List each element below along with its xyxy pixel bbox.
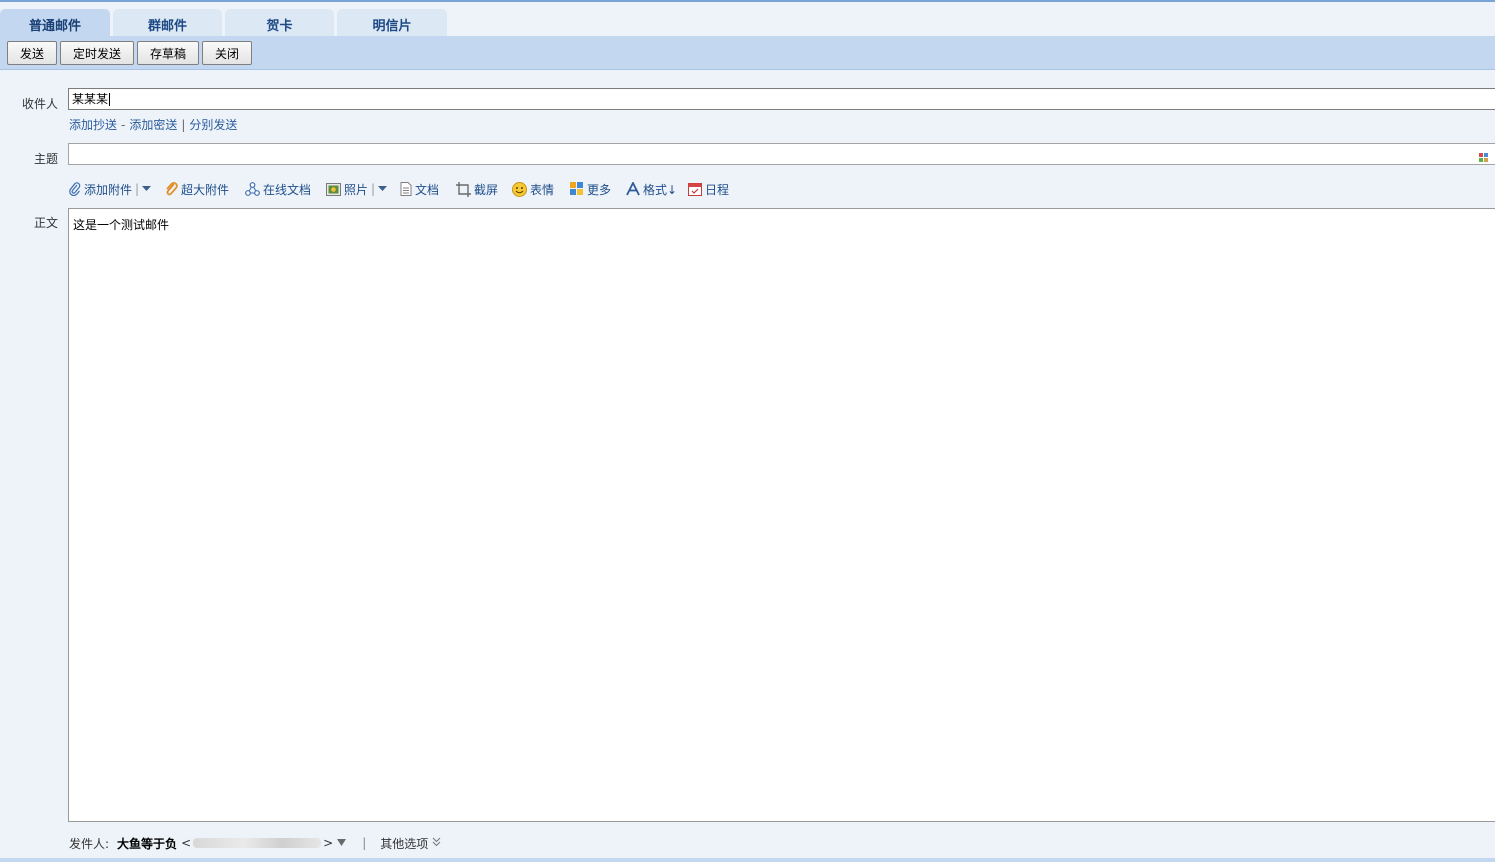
apps-grid-icon <box>570 182 583 195</box>
schedule-label: 日程 <box>705 182 730 197</box>
photo-button[interactable]: 照片 | <box>326 180 390 198</box>
chevron-down-icon <box>337 839 347 846</box>
recipient-value: 某某某 <box>72 92 109 106</box>
divider: | <box>371 182 376 196</box>
photo-icon <box>326 182 341 196</box>
tab-greeting-card[interactable]: 贺卡 <box>225 9 334 36</box>
more-button[interactable]: 更多 <box>570 180 611 198</box>
sender-bracket-close: > <box>323 836 334 850</box>
tab-postcard[interactable]: 明信片 <box>337 9 447 36</box>
body-text: 这是一个测试邮件 <box>73 218 170 232</box>
add-attachment-button[interactable]: 添加附件 | <box>69 180 154 198</box>
calendar-icon <box>688 183 702 196</box>
tab-normal-mail[interactable]: 普通邮件 <box>0 9 110 36</box>
document-label: 文档 <box>415 182 440 197</box>
body-label: 正文 <box>33 216 58 230</box>
bottom-border <box>0 858 1495 862</box>
compose-tabs: 普通邮件 群邮件 贺卡 明信片 <box>0 9 450 36</box>
footer-divider: | <box>362 836 367 850</box>
recipient-options: 添加抄送 - 添加密送 | 分别发送 <box>69 116 237 133</box>
emoji-label: 表情 <box>530 182 555 197</box>
sender-label: 发件人: <box>69 836 110 851</box>
link-separator: | <box>181 118 186 132</box>
add-cc-link[interactable]: 添加抄送 <box>69 118 117 132</box>
subject-label: 主题 <box>33 152 58 166</box>
online-doc-button[interactable]: 在线文档 <box>245 180 311 198</box>
tab-label: 明信片 <box>372 19 412 34</box>
schedule-send-button[interactable]: 定时发送 <box>60 41 134 65</box>
paperclip-icon <box>69 182 81 196</box>
double-chevron-down-icon[interactable] <box>432 836 441 850</box>
save-draft-button[interactable]: 存草稿 <box>137 41 199 65</box>
close-button[interactable]: 关闭 <box>202 41 252 65</box>
large-attachment-button[interactable]: 超大附件 <box>165 180 229 198</box>
format-label: 格式↓ <box>643 182 678 197</box>
tab-label: 普通邮件 <box>28 19 81 34</box>
smiley-icon <box>512 181 527 197</box>
separate-send-link[interactable]: 分别发送 <box>189 118 237 132</box>
screenshot-button[interactable]: 截屏 <box>456 180 498 198</box>
add-bcc-link[interactable]: 添加密送 <box>129 118 177 132</box>
stationery-grid-icon[interactable] <box>1479 149 1489 169</box>
top-border <box>0 0 1495 2</box>
compose-toolbar: 发送 定时发送 存草稿 关闭 <box>0 36 1495 70</box>
emoji-button[interactable]: 表情 <box>512 180 554 198</box>
screenshot-crop-icon <box>456 181 471 197</box>
text-caret <box>109 93 111 106</box>
screenshot-label: 截屏 <box>474 182 499 197</box>
sender-bracket-open: < <box>181 836 192 850</box>
document-icon <box>400 182 412 196</box>
sender-bar: 发件人: 大鱼等于负 < > | 其他选项 <box>69 835 441 851</box>
link-separator: - <box>121 118 126 132</box>
schedule-button[interactable]: 日程 <box>688 180 729 198</box>
chevron-down-icon[interactable] <box>142 186 152 192</box>
format-button[interactable]: 格式↓ <box>626 180 677 198</box>
large-paperclip-icon <box>166 182 178 196</box>
sender-dropdown[interactable] <box>337 836 347 850</box>
add-attachment-label: 添加附件 <box>84 182 133 197</box>
photo-label: 照片 <box>344 182 369 197</box>
redacted-email <box>193 838 322 848</box>
document-button[interactable]: 文档 <box>400 180 439 198</box>
recipient-label: 收件人 <box>21 97 58 111</box>
body-editor[interactable]: 这是一个测试邮件 <box>68 208 1495 822</box>
large-attachment-label: 超大附件 <box>181 182 230 197</box>
divider: | <box>135 182 140 196</box>
font-format-icon <box>626 182 640 196</box>
send-button[interactable]: 发送 <box>7 41 57 65</box>
chevron-down-icon[interactable] <box>378 186 388 192</box>
share-nodes-icon <box>245 182 260 196</box>
more-label: 更多 <box>587 182 612 197</box>
subject-input[interactable] <box>68 143 1495 165</box>
tab-label: 群邮件 <box>147 19 187 34</box>
other-options-link[interactable]: 其他选项 <box>380 835 428 852</box>
online-doc-label: 在线文档 <box>263 182 312 197</box>
tab-label: 贺卡 <box>266 19 293 34</box>
tab-group-mail[interactable]: 群邮件 <box>113 9 222 36</box>
sender-name: 大鱼等于负 <box>117 836 178 851</box>
recipient-input[interactable]: 某某某 <box>68 88 1495 110</box>
